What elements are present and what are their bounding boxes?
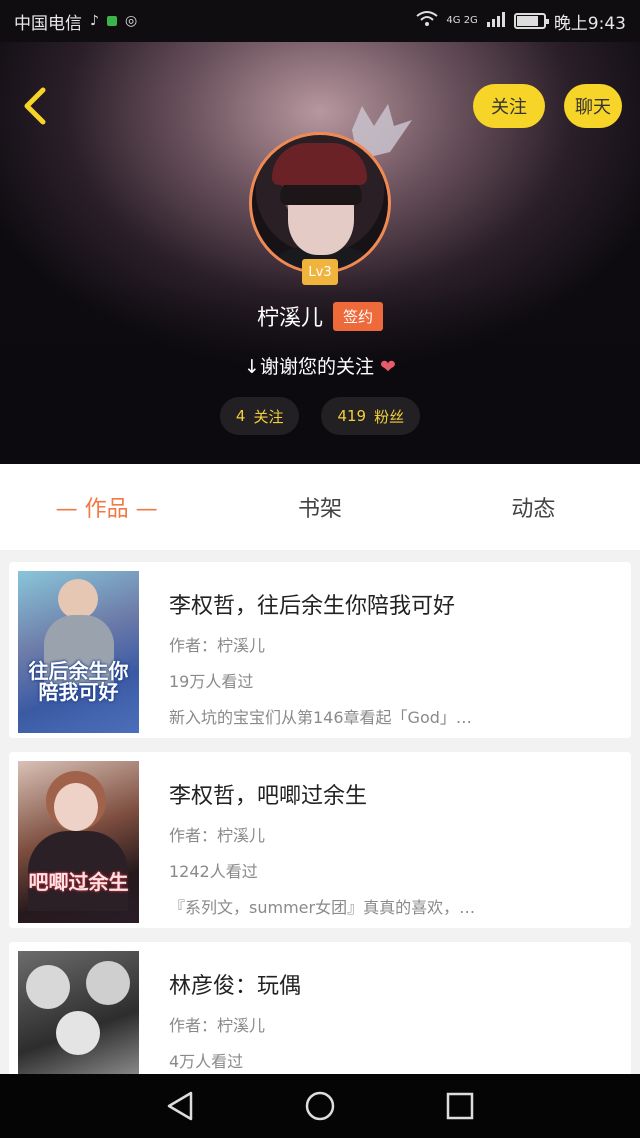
tab-works[interactable]: — 作品 — <box>0 491 213 523</box>
weibo-icon: ◎ <box>124 13 138 29</box>
book-views: 4万人看过 <box>169 1052 244 1071</box>
book-title: 李权哲，往后余生你陪我可好 <box>169 594 456 619</box>
heart-icon: ❤ <box>380 356 396 378</box>
followers-label: 粉丝 <box>374 407 405 426</box>
book-cover: 往后余生你陪我可好 <box>18 571 139 733</box>
followers-stat[interactable]: 419 粉丝 <box>321 397 421 435</box>
following-stat[interactable]: 4 关注 <box>219 397 300 435</box>
clock: 晚上9:43 <box>553 13 626 34</box>
chevron-left-icon <box>24 87 46 125</box>
book-title: 林彦俊：玩偶 <box>169 974 302 999</box>
book-views: 19万人看过 <box>169 672 254 691</box>
cover-title: 往后余生你陪我可好 <box>28 659 129 704</box>
following-count: 4 <box>235 407 246 425</box>
profile-header: 关注 聊天 Lv3 柠溪儿 签约 ↓谢谢您的关注 ❤ 4 关注 419 粉丝 <box>0 42 640 464</box>
tab-activity[interactable]: 动态 <box>427 491 640 523</box>
book-card[interactable]: 往后余生你陪我可好 李权哲，往后余生你陪我可好 作者：柠溪儿 19万人看过 新入… <box>9 562 631 738</box>
level-badge: Lv3 <box>302 259 338 285</box>
book-author: 作者：柠溪儿 <box>169 826 266 845</box>
system-nav-bar <box>0 1074 640 1138</box>
wifi-icon <box>416 11 439 31</box>
network-label: 4G 2G <box>446 15 478 26</box>
back-button[interactable] <box>16 84 52 128</box>
followers-count: 419 <box>337 407 367 425</box>
status-bar: 中国电信 ♪ ◎ 4G 2G 晚上9:43 <box>0 0 640 42</box>
book-cover <box>18 951 139 1074</box>
nav-recents-button[interactable] <box>440 1086 480 1126</box>
book-card[interactable]: 吧唧过余生 李权哲，吧唧过余生 作者：柠溪儿 1242人看过 『系列文，summ… <box>9 752 631 928</box>
signed-badge: 签约 <box>333 301 384 331</box>
avatar[interactable] <box>249 132 391 274</box>
content-tabs: — 作品 — 书架 动态 <box>0 464 640 550</box>
book-desc: 新入坑的宝宝们从第146章看起「God」… <box>169 708 472 727</box>
follow-button[interactable]: 关注 <box>473 84 545 128</box>
tab-bookshelf[interactable]: 书架 <box>213 491 426 523</box>
book-author: 作者：柠溪儿 <box>169 1016 266 1035</box>
wechat-notify-icon <box>106 16 117 26</box>
triangle-back-icon <box>167 1091 193 1121</box>
tiktok-icon: ♪ <box>90 13 99 29</box>
battery-icon <box>513 13 549 29</box>
nav-home-button[interactable] <box>300 1086 340 1126</box>
bio: ↓谢谢您的关注 ❤ <box>0 352 640 379</box>
chat-button[interactable]: 聊天 <box>564 84 622 128</box>
nav-back-button[interactable] <box>160 1086 200 1126</box>
bio-text: ↓谢谢您的关注 <box>244 356 374 378</box>
username: 柠溪儿 <box>256 306 323 331</box>
circle-home-icon <box>305 1091 335 1121</box>
book-title: 李权哲，吧唧过余生 <box>169 784 368 809</box>
square-recents-icon <box>446 1092 474 1120</box>
book-cover: 吧唧过余生 <box>18 761 139 923</box>
book-desc: 『系列文，summer女团』真真的喜欢，… <box>169 898 476 917</box>
book-views: 1242人看过 <box>169 862 258 881</box>
carrier-label: 中国电信 <box>14 13 82 34</box>
cover-title: 吧唧过余生 <box>28 870 129 894</box>
signal-icon <box>486 11 506 32</box>
book-card[interactable]: 林彦俊：玩偶 作者：柠溪儿 4万人看过 <box>9 942 631 1074</box>
book-list: 往后余生你陪我可好 李权哲，往后余生你陪我可好 作者：柠溪儿 19万人看过 新入… <box>0 550 640 1074</box>
book-author: 作者：柠溪儿 <box>169 636 266 655</box>
following-label: 关注 <box>253 407 284 426</box>
